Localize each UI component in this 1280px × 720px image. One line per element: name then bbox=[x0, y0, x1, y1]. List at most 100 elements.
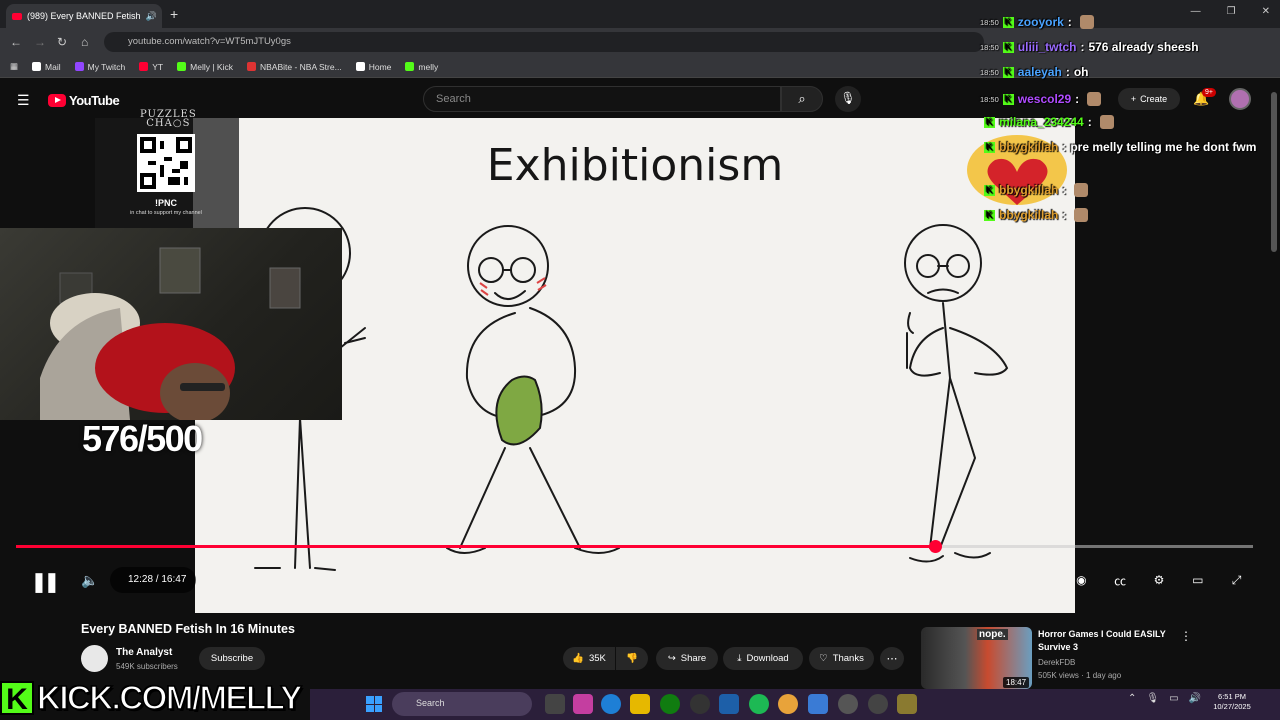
bookmark-item[interactable]: Home bbox=[355, 62, 391, 72]
like-count: 35K bbox=[588, 653, 606, 664]
github-icon[interactable] bbox=[690, 694, 710, 714]
mic-tray-icon[interactable]: 🎙 bbox=[1146, 693, 1159, 704]
settings-gear-icon[interactable]: ⚙ bbox=[1148, 573, 1170, 587]
chat-separator: : bbox=[1062, 208, 1067, 222]
kick-badge-icon: K bbox=[984, 184, 995, 196]
kick-url: KICK.COM/MELLY bbox=[36, 678, 303, 717]
tab-audio-icon[interactable]: 🔊 bbox=[146, 11, 157, 22]
task-view-icon[interactable] bbox=[545, 694, 565, 714]
progress-scrubber[interactable] bbox=[929, 540, 942, 553]
like-button[interactable]: 👍 35K bbox=[563, 647, 615, 670]
kick-badge-icon: K bbox=[1002, 16, 1014, 28]
slide-title: Exhibitionism bbox=[486, 140, 784, 191]
bookmark-item[interactable]: Melly | Kick bbox=[177, 62, 233, 72]
home-icon[interactable]: ⌂ bbox=[81, 35, 88, 49]
chat-emote-icon bbox=[1079, 15, 1094, 29]
system-tray: ⌃ 🎙 ▭ 🔊 bbox=[1128, 693, 1201, 704]
recommended-duration: 18:47 bbox=[1003, 677, 1030, 688]
apps-grid-icon[interactable]: ▦ bbox=[10, 61, 18, 72]
store-icon[interactable] bbox=[719, 694, 739, 714]
speaker-icon[interactable]: 🔊 bbox=[1189, 693, 1201, 704]
pause-icon[interactable]: ❚❚ bbox=[31, 571, 60, 594]
recommended-channel[interactable]: DerekFDB bbox=[1038, 658, 1075, 667]
search-input[interactable]: Search bbox=[423, 86, 781, 112]
bookmark-item[interactable]: My Twitch bbox=[74, 62, 125, 72]
taskbar-search[interactable]: Search bbox=[392, 692, 532, 716]
bookmark-item[interactable]: YT bbox=[139, 62, 163, 72]
reload-icon[interactable]: ↻ bbox=[57, 35, 67, 49]
chat-message: 18:50 Kuliii_twtch:576 already sheesh bbox=[980, 40, 1199, 54]
youtube-logo[interactable]: YouTube bbox=[48, 93, 120, 108]
maximize-icon[interactable]: ❐ bbox=[1227, 6, 1236, 17]
obs-icon[interactable] bbox=[897, 694, 917, 714]
chat-timestamp: 18:50 bbox=[980, 94, 999, 104]
chat-message: Kbbygkillah: pre melly telling me he dont… bbox=[980, 140, 1256, 154]
window-controls: — ❐ ✕ bbox=[1191, 6, 1270, 17]
clock[interactable]: 6:51 PM 10/27/2025 bbox=[1206, 692, 1258, 712]
recommended-title[interactable]: Horror Games I Could EASILY Survive 3 bbox=[1038, 628, 1168, 654]
app-icon[interactable] bbox=[868, 694, 888, 714]
thanks-button[interactable]: ♡ Thanks bbox=[809, 647, 874, 670]
page-scrollbar[interactable] bbox=[1271, 92, 1277, 252]
chat-separator: : bbox=[1062, 140, 1067, 154]
thanks-label: Thanks bbox=[832, 653, 864, 664]
chat-separator: : bbox=[1075, 92, 1080, 106]
chat-timestamp: 18:50 bbox=[980, 42, 999, 52]
autoplay-toggle-icon[interactable]: ◉ bbox=[1070, 573, 1092, 587]
recommended-menu-icon[interactable]: ⋮ bbox=[1180, 629, 1192, 643]
bookmark-item[interactable]: NBABite - NBA Stre... bbox=[246, 61, 342, 72]
captions-icon[interactable]: ㏄ bbox=[1109, 572, 1131, 589]
volume-icon[interactable]: 🔈 bbox=[81, 572, 98, 589]
create-button[interactable]: + Create bbox=[1118, 88, 1180, 110]
new-tab-button[interactable]: + bbox=[170, 6, 178, 22]
chat-separator: : bbox=[1065, 65, 1070, 79]
url-field[interactable]: youtube.com/watch?v=WT5mJTUy0gs bbox=[104, 32, 984, 52]
account-avatar[interactable] bbox=[1229, 88, 1251, 110]
tray-chevron-icon[interactable]: ⌃ bbox=[1128, 693, 1136, 704]
channel-avatar[interactable] bbox=[81, 645, 108, 672]
xbox-icon[interactable] bbox=[660, 694, 680, 714]
forward-icon[interactable]: → bbox=[34, 35, 46, 49]
subscribe-button[interactable]: Subscribe bbox=[199, 647, 265, 670]
chrome-icon[interactable] bbox=[778, 694, 798, 714]
network-icon[interactable]: ▭ bbox=[1169, 693, 1178, 704]
download-icon: ⤓ bbox=[737, 653, 742, 664]
chat-username: bbygkillah bbox=[999, 208, 1059, 222]
kick-badge-icon: K bbox=[984, 116, 995, 128]
spotify-icon[interactable] bbox=[749, 694, 769, 714]
download-button[interactable]: ⤓ Download bbox=[723, 647, 803, 670]
chat-message: Kmilana_234244: bbox=[980, 115, 1114, 129]
channel-name[interactable]: The Analyst bbox=[116, 647, 172, 658]
back-icon[interactable]: ← bbox=[10, 35, 22, 49]
sub-counter: 576/500 bbox=[82, 418, 203, 459]
dislike-button[interactable]: 👎 bbox=[616, 647, 648, 670]
bookmark-label: YT bbox=[152, 61, 164, 72]
copilot-icon[interactable] bbox=[573, 694, 593, 714]
search-icon[interactable]: ⌕ bbox=[781, 86, 823, 112]
more-actions-icon[interactable]: ⋯ bbox=[880, 647, 904, 670]
chat-message: 18:50 Kwescol29: bbox=[980, 92, 1102, 106]
browser-tab[interactable]: (989) Every BANNED Fetish 🔊 ✕ bbox=[6, 4, 162, 28]
close-window-icon[interactable]: ✕ bbox=[1262, 6, 1270, 17]
minimize-icon[interactable]: — bbox=[1191, 6, 1201, 17]
share-button[interactable]: ↪ Share bbox=[656, 647, 718, 670]
kick-badge-icon: K bbox=[1002, 66, 1014, 78]
microphone-icon[interactable]: 🎙 bbox=[835, 86, 861, 112]
video-title: Every BANNED Fetish In 16 Minutes bbox=[81, 622, 295, 636]
bookmark-item[interactable]: Mail bbox=[32, 62, 61, 72]
chat-emote-icon bbox=[1074, 208, 1089, 222]
menu-icon[interactable]: ☰ bbox=[17, 92, 30, 109]
edge-icon[interactable] bbox=[601, 694, 621, 714]
photos-icon[interactable] bbox=[808, 694, 828, 714]
fullscreen-icon[interactable]: ⤢ bbox=[1226, 573, 1248, 588]
bookmark-label: NBABite - NBA Stre... bbox=[259, 61, 342, 72]
media-player-icon[interactable] bbox=[838, 694, 858, 714]
bookmark-icon bbox=[246, 62, 256, 71]
file-explorer-icon[interactable] bbox=[630, 694, 650, 714]
chat-username: uliii_twtch bbox=[1017, 40, 1077, 54]
youtube-play-icon bbox=[48, 94, 66, 107]
share-icon: ↪ bbox=[667, 653, 676, 664]
windows-start-icon[interactable] bbox=[366, 696, 382, 712]
bookmark-item[interactable]: melly bbox=[405, 62, 438, 72]
theater-mode-icon[interactable]: ▭ bbox=[1187, 573, 1209, 587]
